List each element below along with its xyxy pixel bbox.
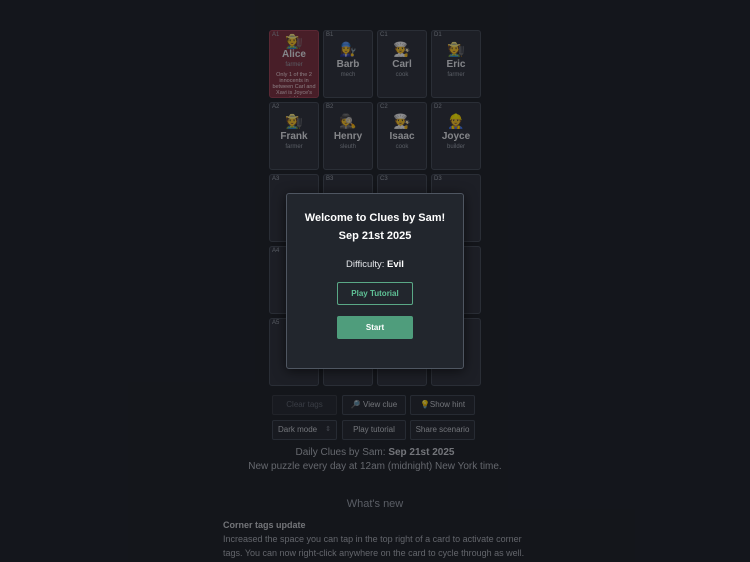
difficulty-value: Evil [387, 259, 404, 270]
welcome-modal: Welcome to Clues by Sam! Sep 21st 2025 D… [286, 193, 464, 369]
modal-title-line2: Sep 21st 2025 [338, 230, 412, 242]
modal-title-line1: Welcome to Clues by Sam! [304, 212, 446, 224]
play-tutorial-button[interactable]: Play Tutorial [337, 282, 413, 305]
start-button[interactable]: Start [337, 316, 413, 339]
modal-title: Welcome to Clues by Sam! Sep 21st 2025 [287, 209, 463, 245]
difficulty-prefix: Difficulty: [346, 259, 388, 270]
difficulty-label: Difficulty: Evil [287, 259, 463, 270]
